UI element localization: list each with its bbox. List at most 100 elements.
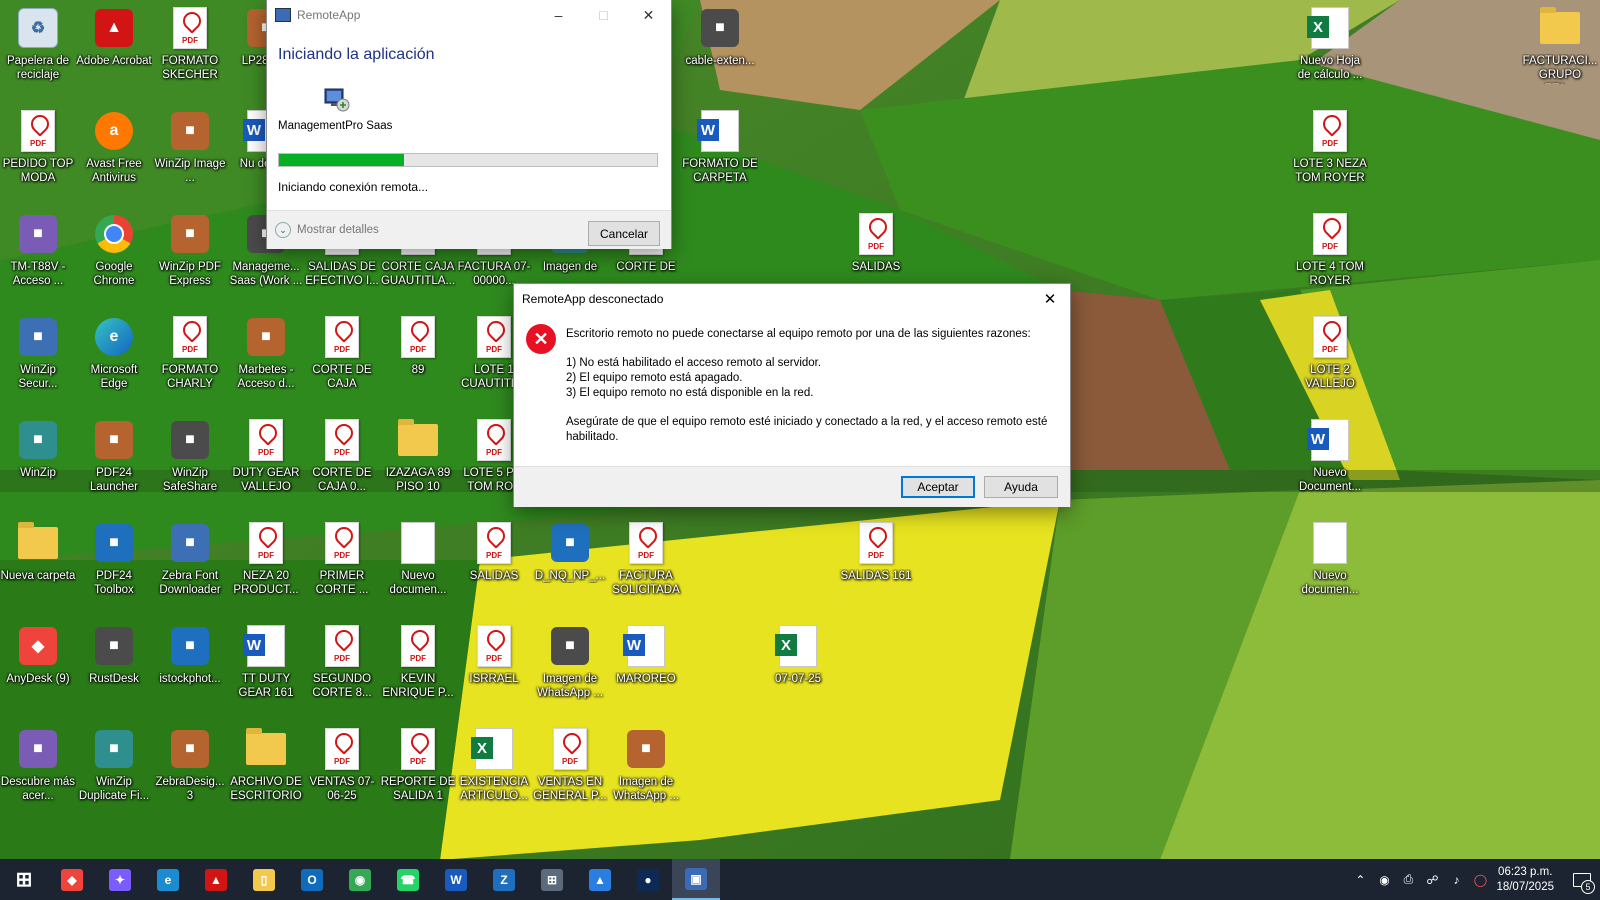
chevron-up-icon[interactable]: ⌃ — [1348, 873, 1372, 887]
camera-icon[interactable]: ◉ — [1372, 873, 1396, 887]
desktop-icon-salidas-161[interactable]: PDF SALIDAS 161 — [838, 515, 914, 611]
notifications-button[interactable]: 5 — [1564, 859, 1600, 900]
taskbar-button-marbetes[interactable]: ● — [624, 859, 672, 900]
desktop-icon-lote-3-neza-tom-royer[interactable]: PDF LOTE 3 NEZA TOM ROYER — [1292, 103, 1368, 199]
desktop-icon-d-nq-np[interactable]: ■ D_NQ_NP_... — [532, 515, 608, 611]
desktop-icon-label: D_NQ_NP_... — [534, 570, 606, 582]
error-icon: ✕ — [526, 324, 556, 354]
desktop-icon-lote-4-tom-royer[interactable]: PDF LOTE 4 TOM ROYER — [1292, 206, 1368, 302]
desktop-icon-izazaga-89-piso-10[interactable]: IZAZAGA 89 PISO 10 — [380, 412, 456, 508]
desktop-icon-lote-2-vallejo[interactable]: PDF LOTE 2 VALLEJO — [1292, 309, 1368, 405]
desktop-icon-formato-skecher[interactable]: PDF FORMATO SKECHER — [152, 0, 228, 96]
show-details-toggle[interactable]: ⌄ Mostrar detalles — [275, 222, 379, 238]
desktop-icon-kevin-enrique-p[interactable]: PDF KEVIN ENRIQUE P... — [380, 618, 456, 714]
desktop-icon-pdf24-launcher[interactable]: ■ PDF24 Launcher — [76, 412, 152, 508]
desktop-icon-descubre-mas-acer[interactable]: ■ Descubre más acer... — [0, 721, 76, 817]
desktop-icon-nuevo-hoja-de-calculo[interactable]: X Nuevo Hoja de cálculo ... — [1292, 0, 1368, 96]
pdf-icon: PDF — [168, 315, 212, 359]
desktop-icon-nueva-carpeta[interactable]: Nueva carpeta — [0, 515, 76, 611]
desktop-icon-cable-exten[interactable]: ■ cable-exten... — [682, 0, 758, 96]
desktop-icon-corte-de-caja-0[interactable]: PDF CORTE DE CAJA 0... — [304, 412, 380, 508]
close-icon[interactable]: ✕ — [1030, 284, 1070, 314]
cancel-button[interactable]: Cancelar — [588, 221, 660, 246]
taskbar-button-acrobat[interactable]: ▲ — [192, 859, 240, 900]
desktop-icon-rustdesk[interactable]: ■ RustDesk — [76, 618, 152, 714]
desktop-icon-adobe-acrobat[interactable]: ▲ Adobe Acrobat — [76, 0, 152, 96]
help-button[interactable]: Ayuda — [984, 476, 1058, 498]
desktop-icon-nuevo-documen[interactable]: Nuevo documen... — [1292, 515, 1368, 611]
desktop-icon-segundo-corte-8[interactable]: PDF SEGUNDO CORTE 8... — [304, 618, 380, 714]
desktop-icon-winzip-safeshare[interactable]: ■ WinZip SafeShare — [152, 412, 228, 508]
desktop-icon-facturaci-grupo-eta[interactable]: FACTURACI... GRUPO ETA... — [1522, 0, 1598, 96]
desktop-icon-formato-de-carpeta[interactable]: W FORMATO DE CARPETA — [682, 103, 758, 199]
network-icon[interactable]: ☍ — [1420, 873, 1444, 887]
desktop-icon-winzip-image[interactable]: ■ WinZip Image ... — [152, 103, 228, 199]
desktop-icon-ventas-en-general-p[interactable]: PDF VENTAS EN GENERAL P... — [532, 721, 608, 817]
desktop-icon-avast-free-antivirus[interactable]: a Avast Free Antivirus — [76, 103, 152, 199]
desktop-icon-imagen-de-whatsapp[interactable]: ■ Imagen de WhatsApp ... — [532, 618, 608, 714]
desktop-icon-duty-gear-vallejo[interactable]: PDF DUTY GEAR VALLEJO — [228, 412, 304, 508]
taskbar-button-edge[interactable]: e — [144, 859, 192, 900]
taskbar-button-calculator[interactable]: ⊞ — [528, 859, 576, 900]
desktop-icon-primer-corte[interactable]: PDF PRIMER CORTE ... — [304, 515, 380, 611]
desktop-icon-pedido-top-moda[interactable]: PDF PEDIDO TOP MODA — [0, 103, 76, 199]
desktop-icon-nuevo-documen[interactable]: Nuevo documen... — [380, 515, 456, 611]
desktop-icon-nuevo-document[interactable]: W Nuevo Document... — [1292, 412, 1368, 508]
generic-icon: ■ — [548, 521, 592, 565]
desktop-icon-89[interactable]: PDF 89 — [380, 309, 456, 405]
desktop-icon-microsoft-edge[interactable]: e Microsoft Edge — [76, 309, 152, 405]
desktop-icon-imagen-de-whatsapp[interactable]: ■ Imagen de WhatsApp ... — [608, 721, 684, 817]
taskbar-button-copilot[interactable]: ✦ — [96, 859, 144, 900]
desktop-icon-winzip-secur[interactable]: ■ WinZip Secur... — [0, 309, 76, 405]
desktop-icon-tm-t88v-acceso[interactable]: ■ TM-T88V - Acceso ... — [0, 206, 76, 302]
shield-icon[interactable]: ◯ — [1468, 873, 1492, 887]
taskbar-button-start[interactable]: ⊞ — [0, 859, 48, 900]
desktop-icon-papelera-de-reciclaje[interactable]: ♻ Papelera de reciclaje — [0, 0, 76, 96]
taskbar-button-zebra-designer[interactable]: Z — [480, 859, 528, 900]
ok-button[interactable]: Aceptar — [901, 476, 975, 498]
desktop-icon-corte-de-caja[interactable]: PDF CORTE DE CAJA — [304, 309, 380, 405]
desktop-icon-reporte-de-salida-1[interactable]: PDF REPORTE DE SALIDA 1 — [380, 721, 456, 817]
desktop-icon-neza-20-product[interactable]: PDF NEZA 20 PRODUCT... — [228, 515, 304, 611]
desktop-icon-07-07-25[interactable]: X 07-07-25 — [760, 618, 836, 714]
taskbar-button-word[interactable]: W — [432, 859, 480, 900]
printer-icon[interactable]: ⎙ — [1396, 872, 1420, 887]
desktop-icon-anydesk-9[interactable]: ◆ AnyDesk (9) — [0, 618, 76, 714]
desktop-icon-archivo-de-escritorio[interactable]: ARCHIVO DE ESCRITORIO — [228, 721, 304, 817]
desktop-icon-salidas[interactable]: PDF SALIDAS — [456, 515, 532, 611]
clock[interactable]: 06:23 p.m. 18/07/2025 — [1496, 865, 1554, 895]
notification-count: 5 — [1581, 880, 1595, 894]
remoteapp-titlebar[interactable]: RemoteApp – □ ✕ — [267, 0, 671, 30]
desktop-icon-existencia-articulo[interactable]: X EXISTENCIA ARTICULO... — [456, 721, 532, 817]
minimize-icon[interactable]: – — [536, 0, 581, 30]
volume-icon[interactable]: ♪ — [1444, 873, 1468, 887]
desktop-icon-factura-solicitada[interactable]: PDF FACTURA SOLICITADA — [608, 515, 684, 611]
pdf-icon: PDF — [548, 727, 592, 771]
taskbar-button-remote-desktop[interactable]: ▣ — [672, 859, 720, 900]
doc-icon — [1308, 521, 1352, 565]
taskbar-button-file-explorer[interactable]: ▯ — [240, 859, 288, 900]
taskbar-button-photos[interactable]: ▲ — [576, 859, 624, 900]
desktop-icon-label: LOTE 2 VALLEJO — [1305, 364, 1355, 390]
desktop-icon-google-chrome[interactable]: Google Chrome — [76, 206, 152, 302]
desktop-icon-marbetes-acceso-d[interactable]: ■ Marbetes - Acceso d... — [228, 309, 304, 405]
desktop-icon-istockphot[interactable]: ■ istockphot... — [152, 618, 228, 714]
desktop-icon-maroreo[interactable]: W MAROREO — [608, 618, 684, 714]
taskbar-button-chrome[interactable]: ◉ — [336, 859, 384, 900]
desktop-icon-winzip[interactable]: ■ WinZip — [0, 412, 76, 508]
close-icon[interactable]: ✕ — [626, 0, 671, 30]
desktop-icon-ventas-07-06-25[interactable]: PDF VENTAS 07-06-25 — [304, 721, 380, 817]
clock-time: 06:23 p.m. — [1498, 865, 1553, 878]
desktop-icon-zebra-font-downloader[interactable]: ■ Zebra Font Downloader — [152, 515, 228, 611]
desktop-icon-pdf24-toolbox[interactable]: ■ PDF24 Toolbox — [76, 515, 152, 611]
desktop-icon-isrrael[interactable]: PDF ISRRAEL — [456, 618, 532, 714]
desktop-icon-tt-duty-gear-161[interactable]: W TT DUTY GEAR 161 — [228, 618, 304, 714]
desktop-icon-winzip-duplicate-fi[interactable]: ■ WinZip Duplicate Fi... — [76, 721, 152, 817]
taskbar-button-whatsapp[interactable]: ☎ — [384, 859, 432, 900]
taskbar-button-anydesk[interactable]: ◆ — [48, 859, 96, 900]
desktop-icon-formato-charly[interactable]: PDF FORMATO CHARLY — [152, 309, 228, 405]
word-icon: W — [697, 109, 742, 153]
taskbar-button-outlook[interactable]: O — [288, 859, 336, 900]
desktop-icon-winzip-pdf-express[interactable]: ■ WinZip PDF Express — [152, 206, 228, 302]
desktop-icon-zebradesig-3[interactable]: ■ ZebraDesig... 3 — [152, 721, 228, 817]
